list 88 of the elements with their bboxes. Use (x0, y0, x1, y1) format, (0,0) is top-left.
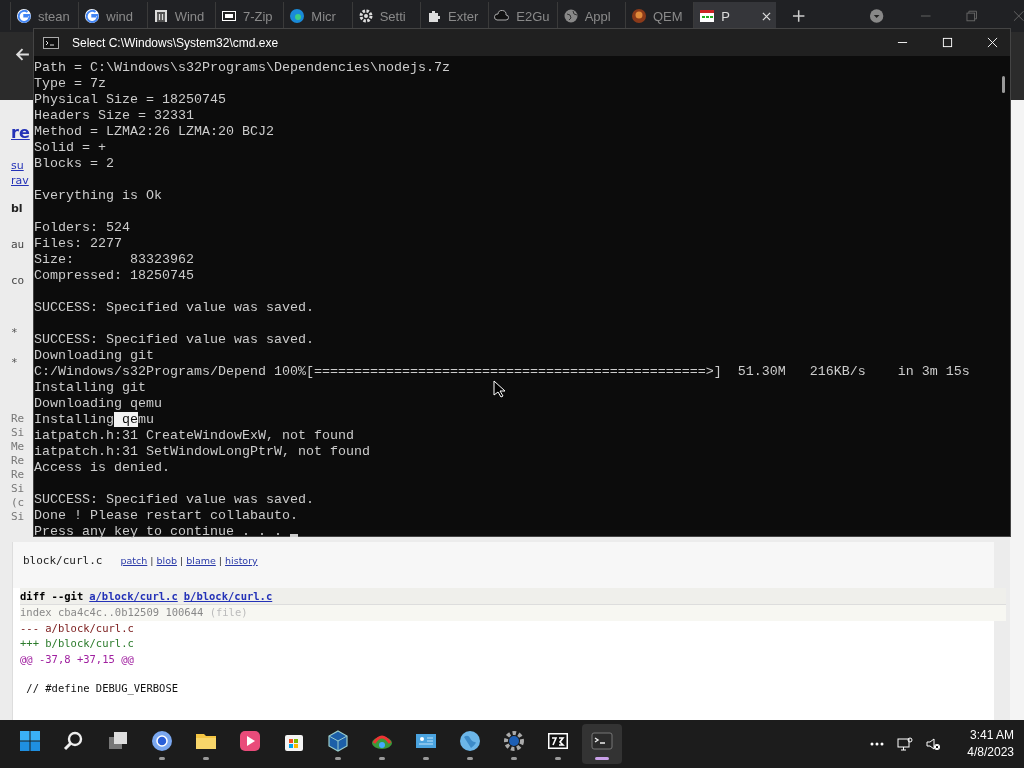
diff-line: @@ -37,8 +37,15 @@ (20, 651, 135, 667)
diff-line: +++ b/block/curl.c (20, 636, 135, 651)
browser-tab[interactable]: P (693, 2, 776, 30)
console-line: iatpatch.h:31 CreateWindowExW, not found (34, 428, 354, 443)
page-text: Re (11, 412, 25, 426)
file-link[interactable]: blame (186, 555, 216, 566)
clock[interactable]: 3:41 AM 4/8/2023 (967, 727, 1014, 761)
cloud-icon (494, 8, 511, 24)
console-line: Path = C:\Windows\s32Programs\Dependencies\nodejs.7z (34, 60, 450, 75)
tab-search-icon[interactable] (869, 8, 885, 24)
terminal-app[interactable] (582, 724, 622, 764)
page-text: au (11, 238, 25, 252)
network-icon[interactable] (897, 736, 914, 752)
file-link[interactable]: a/block/curl.c (89, 590, 178, 602)
gear-icon (357, 8, 374, 24)
console-line: Press any key to continue . . . (34, 524, 283, 539)
page-text: (c (11, 496, 25, 510)
console-line: Downloading git (34, 348, 154, 363)
diff-note: (file) (209, 606, 248, 618)
window-title: Select C:\Windows\System32\cmd.exe (72, 35, 280, 50)
windows-logo-icon (18, 728, 42, 753)
file-path: block/curl.c (23, 554, 103, 567)
page-link[interactable]: su (11, 158, 24, 173)
app-icon (630, 8, 647, 24)
console-line: SUCCESS: Specified value was saved. (34, 300, 314, 315)
link-separator: | (150, 555, 154, 566)
page-title[interactable]: re (11, 122, 30, 144)
console-line: SUCCESS: Specified value was saved. (34, 492, 314, 507)
restore-icon[interactable] (966, 10, 978, 22)
page-text: Me (11, 440, 25, 454)
page-text: Si (11, 482, 25, 496)
grid-icon (699, 8, 716, 24)
clock-date: 4/8/2023 (967, 744, 1014, 761)
console-line: Type = 7z (34, 76, 106, 91)
console-line: Method = LZMA2:26 LZMA:20 BCJ2 (34, 124, 274, 139)
new-tab-icon[interactable] (791, 9, 806, 23)
cube-icon (326, 728, 350, 753)
console-line: iatpatch.h:31 SetWindowLongPtrW, not found (34, 444, 370, 459)
page-text: Re (11, 454, 25, 468)
console-line: Compressed: 18250745 (34, 268, 194, 283)
page-link[interactable]: rav (11, 173, 29, 188)
console-line: Downloading qemu (34, 396, 162, 411)
console-line: Files: 2277 (34, 236, 122, 251)
page-text: * (11, 326, 18, 340)
page-scrollbar[interactable] (1010, 100, 1024, 720)
globe-icon (562, 8, 579, 24)
file-link[interactable]: history (225, 555, 258, 566)
console-line: SUCCESS: Specified value was saved. (34, 332, 314, 347)
back-icon[interactable] (14, 46, 31, 63)
console-line: Installing git (34, 380, 146, 395)
page-text: Re (11, 468, 25, 482)
console-line: Size: 83323962 (34, 252, 194, 267)
console-line: Physical Size = 18250745 (34, 92, 226, 107)
scrollbar-thumb[interactable] (1002, 76, 1005, 93)
link-separator: | (180, 555, 184, 566)
console-line: Headers Size = 32331 (34, 108, 194, 123)
file-link[interactable]: patch (120, 555, 148, 566)
page-text: Si (11, 426, 25, 440)
clock-time: 3:41 AM (969, 727, 1014, 744)
diff-command: diff --git (20, 590, 84, 602)
diff-line: index cba4c4c..0b12509 100644 (20, 606, 204, 618)
console-line: Installing qemu (34, 412, 155, 428)
diff-line: --- a/block/curl.c (20, 620, 135, 636)
console-line: Solid = + (34, 140, 106, 155)
console-line: Done ! Please restart collabauto. (34, 508, 298, 523)
console-line: Blocks = 2 (34, 156, 114, 171)
diff-line: // #define DEBUG_VERBOSE (25, 681, 180, 697)
page-text: bl (11, 202, 23, 216)
column-icon (152, 8, 169, 24)
maximize-icon[interactable] (942, 37, 953, 48)
archive-icon (221, 8, 237, 24)
console-icon (43, 36, 59, 49)
page-text: co (11, 274, 25, 288)
page-text: * (11, 356, 18, 370)
browser-icon (150, 728, 174, 753)
mouse-pointer-icon (493, 380, 505, 398)
gear-icon (502, 728, 526, 753)
console-line: Access is denied. (34, 460, 170, 475)
console-line: C:/Windows/s32Programs/Depend 100%[=================================================>] 51.30M 216KB/s in 3m 15s (34, 364, 970, 379)
console-line: Folders: 524 (34, 220, 130, 235)
play-icon (238, 728, 262, 753)
console-line: Everything is Ok (34, 188, 162, 203)
link-separator: | (218, 555, 223, 566)
file-link[interactable]: b/block/curl.c (183, 590, 273, 602)
globe-icon (458, 728, 482, 753)
file-link[interactable]: blob (156, 555, 178, 566)
muted-speaker-icon[interactable] (925, 736, 942, 752)
page-text: Si (11, 510, 25, 524)
